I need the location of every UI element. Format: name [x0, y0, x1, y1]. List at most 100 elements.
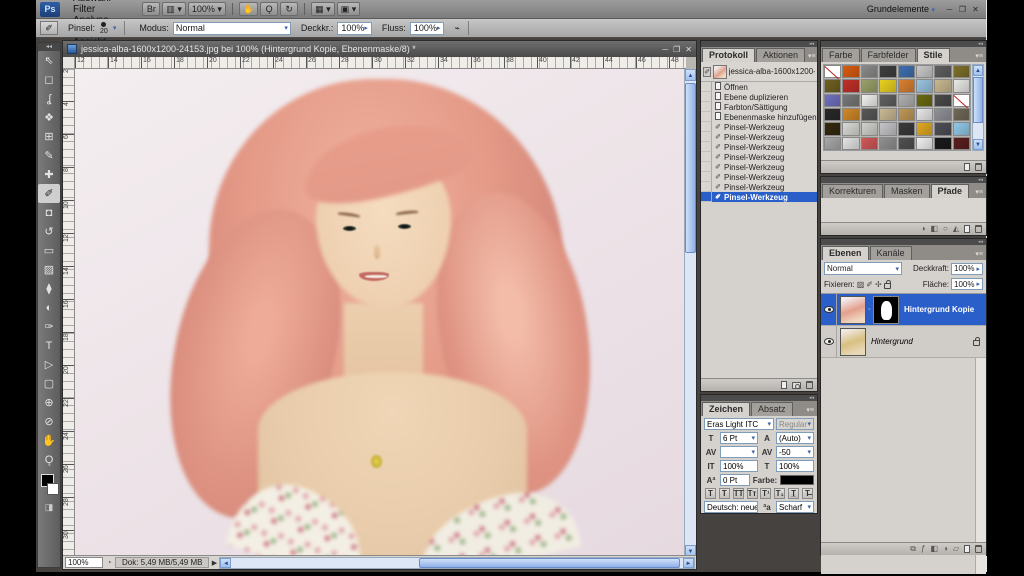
hand-tool[interactable]: ✋	[38, 431, 60, 450]
style-swatch[interactable]	[824, 65, 841, 78]
scrollbar-thumb[interactable]	[685, 83, 696, 253]
history-tab-aktionen[interactable]: Aktionen	[756, 48, 805, 62]
text-style-button-3[interactable]: Tᴛ	[747, 488, 758, 499]
canvas-portrait-photo[interactable]	[75, 69, 686, 557]
style-swatch[interactable]	[842, 65, 859, 78]
scroll-left-button[interactable]: ◄	[220, 558, 231, 568]
style-swatch[interactable]	[824, 137, 841, 150]
history-entry[interactable]: Öffnen	[701, 82, 817, 92]
history-source-checkbox[interactable]	[701, 182, 712, 192]
history-entry[interactable]: ✐Pinsel-Werkzeug	[701, 172, 817, 182]
document-title-bar[interactable]: jessica-alba-1600x1200-24153.jpg bei 100…	[63, 41, 696, 57]
tool-preset-icon[interactable]: ✐	[40, 21, 58, 35]
close-icon[interactable]: ✕	[685, 45, 692, 54]
style-swatch[interactable]	[916, 79, 933, 92]
layer-visibility-toggle[interactable]	[821, 326, 837, 357]
layer-row[interactable]: ▫Hintergrund Kopie	[821, 294, 986, 326]
view-extras-icon[interactable]: ▥ ▾	[162, 2, 186, 16]
marquee-tool[interactable]: ◻	[38, 70, 60, 89]
pen-tool[interactable]: ✑	[38, 317, 60, 336]
photoshop-logo[interactable]: Ps	[40, 2, 60, 17]
history-source-checkbox[interactable]	[701, 142, 712, 152]
text-style-button-5[interactable]: T₁	[774, 488, 785, 499]
styles-tab-farbe[interactable]: Farbe	[822, 48, 860, 62]
language-select[interactable]: Deutsch: neue ... ▾	[704, 501, 758, 513]
layer-mask-thumbnail[interactable]	[873, 296, 899, 324]
brush-tool[interactable]: ✐	[38, 184, 60, 203]
style-swatch[interactable]	[934, 79, 951, 92]
history-source-checkbox[interactable]	[701, 102, 712, 112]
arrange-documents-icon[interactable]: ▦ ▾	[311, 2, 335, 16]
toolbox-collapse-icon[interactable]: ◂◂	[38, 43, 60, 51]
new-snapshot-icon[interactable]	[792, 382, 801, 389]
path-selection-tool[interactable]: ▷	[38, 355, 60, 374]
styles-tab-farbfelder[interactable]: Farbfelder	[861, 48, 916, 62]
history-source-checkbox[interactable]	[701, 152, 712, 162]
panel-menu-icon[interactable]: ▾≡	[972, 250, 986, 260]
folder-icon[interactable]: ▱	[953, 545, 959, 553]
history-entry[interactable]: Ebene duplizieren	[701, 92, 817, 102]
healing-brush-tool[interactable]: ✚	[38, 165, 60, 184]
style-swatch[interactable]	[879, 108, 896, 121]
lock-all-icon[interactable]	[884, 283, 891, 289]
kerning-input[interactable]: ▾	[720, 446, 758, 458]
text-style-button-7[interactable]: T̶	[802, 488, 813, 499]
maximize-icon[interactable]: ❐	[956, 5, 969, 14]
close-icon[interactable]: ✕	[969, 5, 982, 14]
history-entry[interactable]: ✐Pinsel-Werkzeug	[701, 192, 817, 202]
background-color-chip[interactable]	[47, 483, 59, 495]
horizontal-scrollbar[interactable]: ◄ ►	[219, 557, 695, 569]
chevron-down-icon[interactable]: ▾	[113, 24, 117, 32]
style-swatch[interactable]	[842, 79, 859, 92]
style-swatch[interactable]	[879, 94, 896, 107]
style-swatch[interactable]	[879, 137, 896, 150]
style-swatch[interactable]	[879, 122, 896, 135]
style-swatch[interactable]	[861, 108, 878, 121]
new-item-icon[interactable]	[964, 225, 970, 233]
mask-icon[interactable]: ◧	[930, 545, 938, 553]
panel-menu-icon[interactable]: ▾≡	[805, 52, 819, 62]
history-entry[interactable]: ✐Pinsel-Werkzeug	[701, 132, 817, 142]
quick-selection-tool[interactable]: ❖	[38, 108, 60, 127]
style-swatch[interactable]	[953, 94, 970, 107]
layers-tab-ebenen[interactable]: Ebenen	[822, 246, 869, 260]
style-swatch[interactable]	[861, 65, 878, 78]
layers-tab-kanäle[interactable]: Kanäle	[870, 246, 912, 260]
style-swatch[interactable]	[916, 137, 933, 150]
layer-thumbnail[interactable]	[840, 328, 866, 356]
style-swatch[interactable]	[824, 79, 841, 92]
airbrush-icon[interactable]: ⌁	[454, 23, 459, 34]
style-swatch[interactable]	[916, 65, 933, 78]
blend-mode-select[interactable]: Normal ▾	[173, 22, 291, 35]
history-source-checkbox[interactable]	[701, 112, 712, 122]
scroll-up-button[interactable]: ▲	[973, 65, 983, 76]
styles-tab-stile[interactable]: Stile	[917, 48, 950, 62]
shape-tool[interactable]: ▢	[38, 374, 60, 393]
history-entry[interactable]: ✐Pinsel-Werkzeug	[701, 142, 817, 152]
history-brush-tool[interactable]: ↺	[38, 222, 60, 241]
zoom-icon[interactable]: Ǫ	[260, 2, 278, 16]
bridge-icon[interactable]: Br	[142, 2, 160, 16]
zoom-level-input[interactable]: 100%	[65, 557, 103, 568]
history-source-checkbox[interactable]	[701, 122, 712, 132]
fx-icon[interactable]: ƒ	[921, 545, 925, 553]
paths-tab-pfade[interactable]: Pfade	[931, 184, 970, 198]
history-entry[interactable]: ✐Pinsel-Werkzeug	[701, 162, 817, 172]
eyedropper-tool[interactable]: ✎	[38, 146, 60, 165]
ring-icon[interactable]: ○	[943, 225, 948, 233]
scroll-down-button[interactable]: ▼	[973, 139, 983, 150]
adj-icon[interactable]: ◑	[921, 225, 926, 233]
3d-orbit-tool[interactable]: ⊘	[38, 412, 60, 431]
gradient-tool[interactable]: ▨	[38, 260, 60, 279]
style-swatch[interactable]	[953, 65, 970, 78]
baseline-input[interactable]: 0 Pt	[720, 474, 750, 486]
scrollbar-thumb[interactable]	[973, 77, 983, 123]
text-style-button-6[interactable]: T̲	[788, 488, 799, 499]
panel-menu-icon[interactable]: ▾≡	[972, 188, 986, 198]
delete-icon[interactable]	[975, 545, 982, 553]
rotate-view-icon[interactable]: ↻	[280, 2, 298, 16]
style-swatch[interactable]	[934, 108, 951, 121]
style-swatch[interactable]	[861, 137, 878, 150]
paths-tab-korrekturen[interactable]: Korrekturen	[822, 184, 883, 198]
history-entry[interactable]: Ebenenmaske hinzufügen	[701, 112, 817, 122]
